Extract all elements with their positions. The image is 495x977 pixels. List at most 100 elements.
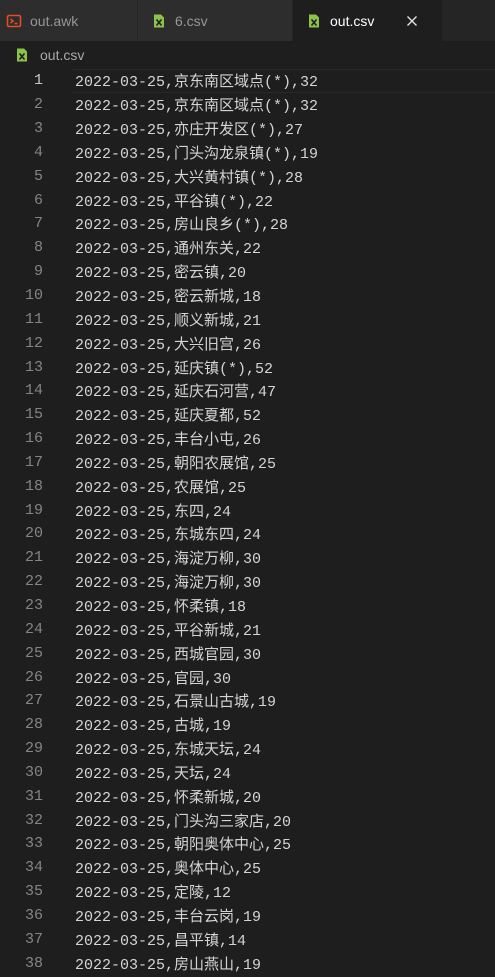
- tab-6-csv[interactable]: 6.csv: [138, 0, 293, 41]
- code-line[interactable]: 24 2022-03-25,平谷新城,21: [0, 617, 495, 641]
- code-line[interactable]: 14 2022-03-25,延庆石河营,47: [0, 379, 495, 403]
- line-text[interactable]: 2022-03-25,京东南区域点(*),32: [75, 94, 318, 115]
- code-line[interactable]: 37 2022-03-25,昌平镇,14: [0, 927, 495, 951]
- tab-out-csv[interactable]: out.csv: [293, 0, 443, 41]
- line-text[interactable]: 2022-03-25,天坛,24: [75, 762, 231, 783]
- code-line[interactable]: 23 2022-03-25,怀柔镇,18: [0, 594, 495, 618]
- code-line[interactable]: 3 2022-03-25,亦庄开发区(*),27: [0, 117, 495, 141]
- line-number: 21: [24, 549, 43, 567]
- spreadsheet-file-icon: [306, 13, 322, 29]
- code-line[interactable]: 2 2022-03-25,京东南区域点(*),32: [0, 93, 495, 117]
- line-text[interactable]: 2022-03-25,亦庄开发区(*),27: [75, 118, 303, 139]
- code-line[interactable]: 31 2022-03-25,怀柔新城,20: [0, 784, 495, 808]
- line-number: 36: [24, 906, 43, 924]
- code-line[interactable]: 10 2022-03-25,密云新城,18: [0, 284, 495, 308]
- line-text[interactable]: 2022-03-25,丰台小屯,26: [75, 428, 261, 449]
- code-line[interactable]: 25 2022-03-25,西城官园,30: [0, 641, 495, 665]
- line-number: 20: [24, 525, 43, 543]
- line-number: 26: [24, 668, 43, 686]
- line-text[interactable]: 2022-03-25,通州东关,22: [75, 237, 261, 258]
- line-text[interactable]: 2022-03-25,昌平镇,14: [75, 929, 246, 950]
- line-number: 9: [33, 263, 43, 281]
- line-text[interactable]: 2022-03-25,丰台云岗,19: [75, 905, 261, 926]
- line-text[interactable]: 2022-03-25,海淀万柳,30: [75, 571, 261, 592]
- code-editor[interactable]: 1 2022-03-25,京东南区域点(*),32 2 2022-03-25,京东南区…: [0, 69, 495, 977]
- tab-out-awk[interactable]: out.awk: [0, 0, 138, 41]
- line-text[interactable]: 2022-03-25,朝阳农展馆,25: [75, 452, 276, 473]
- code-line[interactable]: 30 2022-03-25,天坛,24: [0, 760, 495, 784]
- code-line[interactable]: 15 2022-03-25,延庆夏都,52: [0, 403, 495, 427]
- code-line[interactable]: 4 2022-03-25,门头沟龙泉镇(*),19: [0, 141, 495, 165]
- line-text[interactable]: 2022-03-25,门头沟三家店,20: [75, 810, 291, 831]
- code-line[interactable]: 8 2022-03-25,通州东关,22: [0, 236, 495, 260]
- spreadsheet-file-icon: [14, 47, 30, 63]
- code-line[interactable]: 18 2022-03-25,农展馆,25: [0, 474, 495, 498]
- line-text[interactable]: 2022-03-25,东四,24: [75, 500, 231, 521]
- line-number: 6: [33, 191, 43, 209]
- code-line[interactable]: 13 2022-03-25,延庆镇(*),52: [0, 355, 495, 379]
- line-number: 14: [24, 382, 43, 400]
- line-text[interactable]: 2022-03-25,西城官园,30: [75, 643, 261, 664]
- line-text[interactable]: 2022-03-25,房山良乡(*),28: [75, 213, 288, 234]
- code-line[interactable]: 21 2022-03-25,海淀万柳,30: [0, 546, 495, 570]
- code-line[interactable]: 5 2022-03-25,大兴黄村镇(*),28: [0, 164, 495, 188]
- code-line[interactable]: 7 2022-03-25,房山良乡(*),28: [0, 212, 495, 236]
- line-text[interactable]: 2022-03-25,石景山古城,19: [75, 690, 276, 711]
- line-text[interactable]: 2022-03-25,延庆石河营,47: [75, 380, 276, 401]
- code-line[interactable]: 36 2022-03-25,丰台云岗,19: [0, 904, 495, 928]
- code-line[interactable]: 12 2022-03-25,大兴旧宫,26: [0, 331, 495, 355]
- code-line[interactable]: 16 2022-03-25,丰台小屯,26: [0, 427, 495, 451]
- line-text[interactable]: 2022-03-25,官园,30: [75, 667, 231, 688]
- terminal-file-icon: [6, 13, 22, 29]
- line-text[interactable]: 2022-03-25,平谷镇(*),22: [75, 190, 273, 211]
- tab-bar: out.awk 6.csv out.csv: [0, 0, 495, 41]
- line-number: 30: [24, 763, 43, 781]
- line-text[interactable]: 2022-03-25,大兴旧宫,26: [75, 333, 261, 354]
- code-line[interactable]: 11 2022-03-25,顺义新城,21: [0, 307, 495, 331]
- close-icon[interactable]: [404, 13, 420, 29]
- code-line[interactable]: 34 2022-03-25,奥体中心,25: [0, 856, 495, 880]
- line-number: 37: [24, 930, 43, 948]
- line-text[interactable]: 2022-03-25,海淀万柳,30: [75, 547, 261, 568]
- line-text[interactable]: 2022-03-25,朝阳奥体中心,25: [75, 833, 291, 854]
- line-text[interactable]: 2022-03-25,密云新城,18: [75, 285, 261, 306]
- line-text[interactable]: 2022-03-25,延庆夏都,52: [75, 404, 261, 425]
- line-text[interactable]: 2022-03-25,古城,19: [75, 714, 231, 735]
- line-number: 12: [24, 334, 43, 352]
- code-line[interactable]: 20 2022-03-25,东城东四,24: [0, 522, 495, 546]
- line-text[interactable]: 2022-03-25,房山燕山,19: [75, 953, 261, 974]
- line-text[interactable]: 2022-03-25,平谷新城,21: [75, 619, 261, 640]
- line-text[interactable]: 2022-03-25,农展馆,25: [75, 476, 246, 497]
- line-number: 25: [24, 644, 43, 662]
- line-number: 38: [24, 954, 43, 972]
- line-text[interactable]: 2022-03-25,顺义新城,21: [75, 309, 261, 330]
- line-number: 29: [24, 740, 43, 758]
- code-line[interactable]: 26 2022-03-25,官园,30: [0, 665, 495, 689]
- code-line[interactable]: 17 2022-03-25,朝阳农展馆,25: [0, 451, 495, 475]
- line-number: 13: [24, 358, 43, 376]
- line-text[interactable]: 2022-03-25,密云镇,20: [75, 261, 246, 282]
- line-text[interactable]: 2022-03-25,延庆镇(*),52: [75, 357, 273, 378]
- line-text[interactable]: 2022-03-25,京东南区域点(*),32: [75, 70, 318, 91]
- breadcrumb[interactable]: out.csv: [0, 41, 495, 69]
- code-line[interactable]: 1 2022-03-25,京东南区域点(*),32: [0, 69, 495, 93]
- code-line[interactable]: 19 2022-03-25,东四,24: [0, 498, 495, 522]
- line-text[interactable]: 2022-03-25,定陵,12: [75, 881, 231, 902]
- code-line[interactable]: 29 2022-03-25,东城天坛,24: [0, 737, 495, 761]
- code-line[interactable]: 35 2022-03-25,定陵,12: [0, 880, 495, 904]
- code-line[interactable]: 6 2022-03-25,平谷镇(*),22: [0, 188, 495, 212]
- line-text[interactable]: 2022-03-25,怀柔新城,20: [75, 786, 261, 807]
- line-text[interactable]: 2022-03-25,东城天坛,24: [75, 738, 261, 759]
- code-line[interactable]: 33 2022-03-25,朝阳奥体中心,25: [0, 832, 495, 856]
- line-text[interactable]: 2022-03-25,怀柔镇,18: [75, 595, 246, 616]
- code-line[interactable]: 28 2022-03-25,古城,19: [0, 713, 495, 737]
- line-text[interactable]: 2022-03-25,东城东四,24: [75, 523, 261, 544]
- code-line[interactable]: 32 2022-03-25,门头沟三家店,20: [0, 808, 495, 832]
- code-line[interactable]: 9 2022-03-25,密云镇,20: [0, 260, 495, 284]
- line-text[interactable]: 2022-03-25,大兴黄村镇(*),28: [75, 166, 303, 187]
- code-line[interactable]: 38 2022-03-25,房山燕山,19: [0, 951, 495, 975]
- line-text[interactable]: 2022-03-25,门头沟龙泉镇(*),19: [75, 142, 318, 163]
- line-text[interactable]: 2022-03-25,奥体中心,25: [75, 857, 261, 878]
- code-line[interactable]: 22 2022-03-25,海淀万柳,30: [0, 570, 495, 594]
- code-line[interactable]: 27 2022-03-25,石景山古城,19: [0, 689, 495, 713]
